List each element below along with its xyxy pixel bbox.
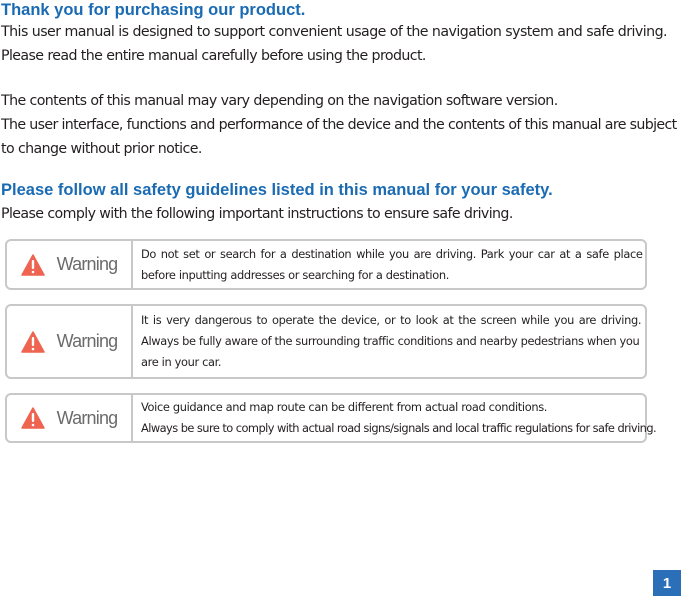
warning-label-cell: Warning (7, 241, 133, 288)
warning-triangle-icon (20, 330, 45, 353)
warning-text-line: Voice guidance and map route can be diff… (141, 400, 548, 414)
safety-subtext-line: Please comply with the following importa… (1, 206, 513, 222)
warning-label: Warning (56, 407, 119, 428)
warning-label-cell: Warning (7, 395, 133, 441)
warning-triangle-icon (20, 253, 45, 276)
notice-line: to change without prior notice. (1, 141, 202, 157)
warning-label-cell: Warning (7, 306, 133, 377)
safety-heading: Please follow all safety guidelines list… (1, 181, 553, 199)
notice-line: The contents of this manual may vary dep… (1, 93, 558, 109)
intro-line: This user manual is designed to support … (1, 24, 668, 40)
warning-text-line: Always be sure to comply with actual roa… (141, 421, 657, 435)
warning-text: Do not set or search for a destination w… (133, 241, 653, 288)
notice-line: The user interface, functions and perfor… (1, 117, 677, 133)
warning-text-line: Do not set or search for a destination w… (141, 246, 643, 261)
intro-line: Please read the entire manual carefully … (1, 48, 426, 64)
page-number-badge: 1 (653, 570, 681, 596)
safety-subtext: Please comply with the following importa… (1, 202, 653, 226)
warning-text-line: It is very dangerous to operate the devi… (141, 313, 642, 327)
intro-heading: Thank you for purchasing our product. (1, 1, 306, 19)
warning-box: Warning Do not set or search for a desti… (5, 239, 647, 290)
warning-text-line: before inputting addresses or searching … (141, 267, 449, 282)
warning-text-line: are in your car. (141, 355, 222, 369)
warning-text: It is very dangerous to operate the devi… (133, 306, 651, 377)
warning-label: Warning (56, 254, 119, 274)
warning-text: Voice guidance and map route can be diff… (133, 395, 666, 441)
warning-box: Warning Voice guidance and map route can… (5, 393, 657, 443)
warning-triangle-icon (20, 407, 45, 429)
notice-paragraph: The contents of this manual may vary dep… (1, 89, 677, 161)
warning-box: Warning It is very dangerous to operate … (5, 304, 647, 379)
warning-text-line: Always be fully aware of the surrounding… (141, 334, 640, 348)
warning-label: Warning (56, 331, 119, 351)
intro-paragraph: This user manual is designed to support … (1, 20, 668, 68)
